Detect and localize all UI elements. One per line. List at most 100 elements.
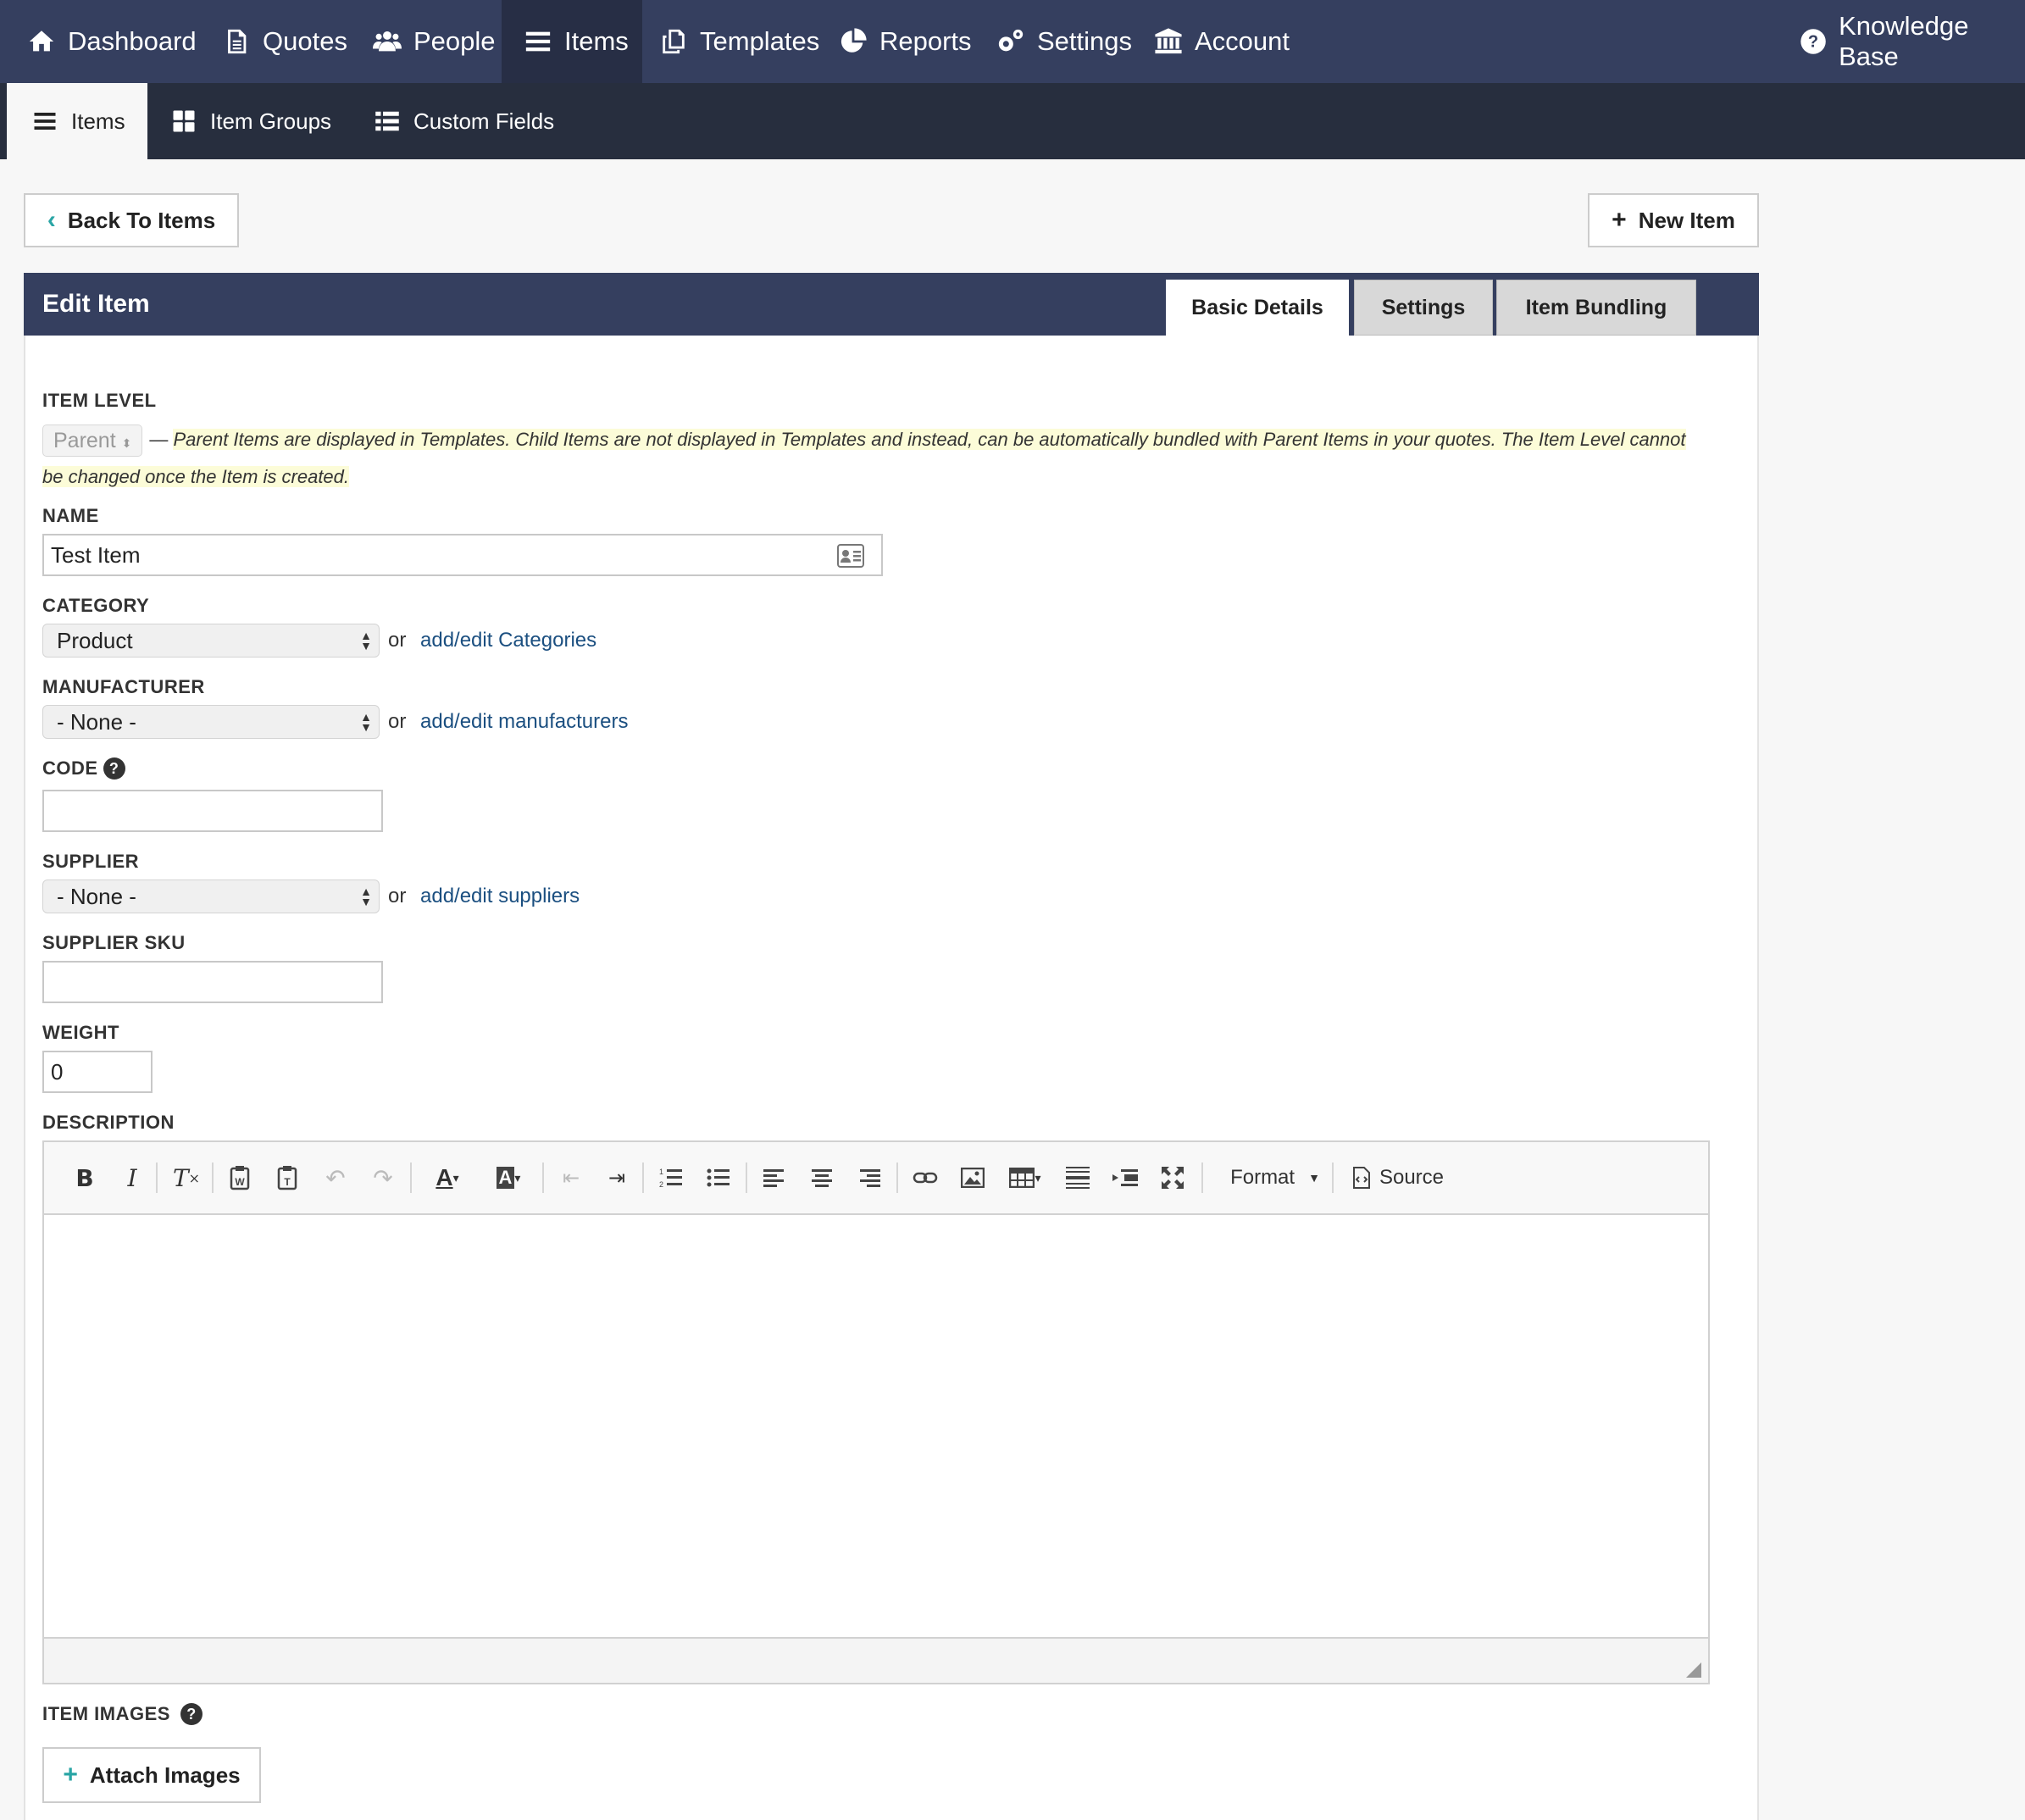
manufacturer-label: MANUFACTURER	[42, 676, 205, 697]
home-icon	[29, 31, 54, 52]
subnav-items[interactable]: Items	[7, 83, 147, 159]
svg-text:1: 1	[659, 1168, 663, 1176]
new-item-button[interactable]: + New Item	[1588, 193, 1759, 247]
contact-card-icon[interactable]	[837, 544, 864, 568]
manufacturer-select[interactable]: - None - ▲ ▼	[42, 705, 380, 739]
nav-settings[interactable]: Settings	[996, 0, 1132, 83]
tab-basic-details[interactable]: Basic Details	[1166, 280, 1349, 336]
italic-icon[interactable]: I	[117, 1162, 147, 1193]
item-level-select: Parent ⬍	[42, 424, 143, 458]
supplier-select[interactable]: - None - ▲ ▼	[42, 879, 380, 913]
category-label: CATEGORY	[42, 595, 150, 616]
name-label: NAME	[42, 505, 99, 526]
paste-text-icon[interactable]: T	[271, 1162, 305, 1193]
align-center-icon[interactable]	[805, 1162, 839, 1193]
panel-title: Edit Item	[42, 290, 150, 318]
svg-text:?: ?	[1808, 33, 1818, 52]
edit-item-panel-header: Edit Item Basic Details Settings Item Bu…	[24, 273, 1759, 336]
tab-item-bundling[interactable]: Item Bundling	[1496, 280, 1696, 336]
numbered-list-icon[interactable]: 12	[654, 1162, 688, 1193]
name-input[interactable]: Test Item	[42, 534, 883, 576]
align-left-icon[interactable]	[757, 1162, 791, 1193]
description-label: DESCRIPTION	[42, 1112, 175, 1133]
top-navigation: Dashboard Quotes People Items Templates …	[0, 0, 2025, 83]
grid-icon	[173, 110, 195, 132]
item-level-hint-text: Parent Items are displayed in Templates.…	[42, 429, 1686, 487]
supplier-sku-input[interactable]	[42, 961, 383, 1003]
toolbar-separator	[1201, 1162, 1203, 1193]
or-text: or	[388, 710, 407, 733]
background-color-icon[interactable]: A ▾	[483, 1162, 534, 1193]
source-button[interactable]: Source	[1347, 1162, 1449, 1193]
toolbar-separator	[212, 1162, 214, 1193]
image-icon[interactable]	[956, 1162, 990, 1193]
weight-label: WEIGHT	[42, 1022, 119, 1043]
attach-images-button[interactable]: + Attach Images	[42, 1747, 261, 1803]
svg-text:T: T	[284, 1176, 291, 1188]
nav-reports[interactable]: Reports	[839, 0, 972, 83]
list-icon	[525, 31, 551, 52]
undo-icon[interactable]: ↶	[319, 1162, 352, 1193]
category-select[interactable]: Product ▲ ▼	[42, 624, 380, 658]
edit-categories-link[interactable]: add/edit Categories	[420, 629, 596, 652]
format-dropdown[interactable]: Format ▼	[1220, 1162, 1330, 1193]
sub-navigation: Items Item Groups Custom Fields	[0, 83, 2025, 159]
subnav-custom-fields[interactable]: Custom Fields	[374, 83, 554, 159]
table-list-icon	[375, 111, 399, 131]
editor-content-area[interactable]	[44, 1215, 1708, 1640]
list-icon	[34, 113, 56, 130]
nav-people[interactable]: People	[373, 0, 496, 83]
gears-icon	[998, 29, 1024, 52]
editor-footer	[44, 1637, 1708, 1683]
document-icon	[228, 29, 247, 54]
back-to-items-button[interactable]: ‹ Back To Items	[24, 193, 239, 247]
tab-settings[interactable]: Settings	[1354, 280, 1493, 336]
outdent-icon[interactable]: ⇤	[554, 1162, 588, 1193]
toolbar-separator	[1332, 1162, 1334, 1193]
supplier-sku-label: SUPPLIER SKU	[42, 932, 186, 953]
remove-format-icon[interactable]: T ×	[169, 1162, 203, 1193]
nav-items[interactable]: Items	[502, 0, 642, 83]
bullet-list-icon[interactable]	[702, 1162, 735, 1193]
link-icon[interactable]	[908, 1162, 942, 1193]
table-icon[interactable]: ▾	[1001, 1162, 1049, 1193]
maximize-icon[interactable]	[1156, 1162, 1190, 1193]
insert-block-icon[interactable]	[1108, 1162, 1142, 1193]
horizontal-rule-icon[interactable]	[1061, 1162, 1095, 1193]
source-icon	[1352, 1167, 1370, 1189]
bold-icon[interactable]: B	[69, 1162, 100, 1193]
paste-word-icon[interactable]: W	[224, 1162, 258, 1193]
editor-toolbar: B I T × W T ↶ ↷ A ▾ A ▾ ⇤ ⇥ 12 ▾ Format …	[44, 1142, 1708, 1215]
weight-input[interactable]: 0	[42, 1051, 153, 1093]
resize-handle-icon[interactable]	[1686, 1662, 1701, 1678]
subnav-item-groups[interactable]: Item Groups	[171, 83, 331, 159]
nav-account[interactable]: Account	[1154, 0, 1290, 83]
toolbar-separator	[642, 1162, 644, 1193]
toolbar-separator	[542, 1162, 544, 1193]
align-right-icon[interactable]	[852, 1162, 886, 1193]
help-icon[interactable]: ?	[103, 757, 125, 780]
nav-quotes[interactable]: Quotes	[222, 0, 347, 83]
item-level-label: ITEM LEVEL	[42, 390, 157, 411]
bank-icon	[1155, 28, 1182, 54]
nav-dashboard[interactable]: Dashboard	[27, 0, 197, 83]
svg-text:2: 2	[659, 1180, 663, 1189]
redo-icon[interactable]: ↷	[366, 1162, 400, 1193]
toolbar-separator	[156, 1162, 158, 1193]
edit-suppliers-link[interactable]: add/edit suppliers	[420, 885, 580, 908]
select-arrows-icon: ▲ ▼	[360, 710, 372, 734]
nav-knowledge-base[interactable]: ? Knowledge Base	[1800, 0, 2025, 83]
rich-text-editor: B I T × W T ↶ ↷ A ▾ A ▾ ⇤ ⇥ 12 ▾ Format …	[42, 1140, 1710, 1684]
text-color-icon[interactable]: A ▾	[422, 1162, 473, 1193]
users-icon	[373, 31, 402, 52]
toolbar-separator	[896, 1162, 898, 1193]
or-text: or	[388, 629, 407, 652]
code-input[interactable]	[42, 790, 383, 832]
caret-down-icon: ▼	[1308, 1171, 1320, 1185]
plus-icon: +	[63, 1761, 78, 1789]
help-icon[interactable]: ?	[180, 1703, 202, 1725]
edit-manufacturers-link[interactable]: add/edit manufacturers	[420, 710, 628, 734]
indent-icon[interactable]: ⇥	[600, 1162, 634, 1193]
templates-icon	[663, 29, 685, 54]
nav-templates[interactable]: Templates	[659, 0, 819, 83]
